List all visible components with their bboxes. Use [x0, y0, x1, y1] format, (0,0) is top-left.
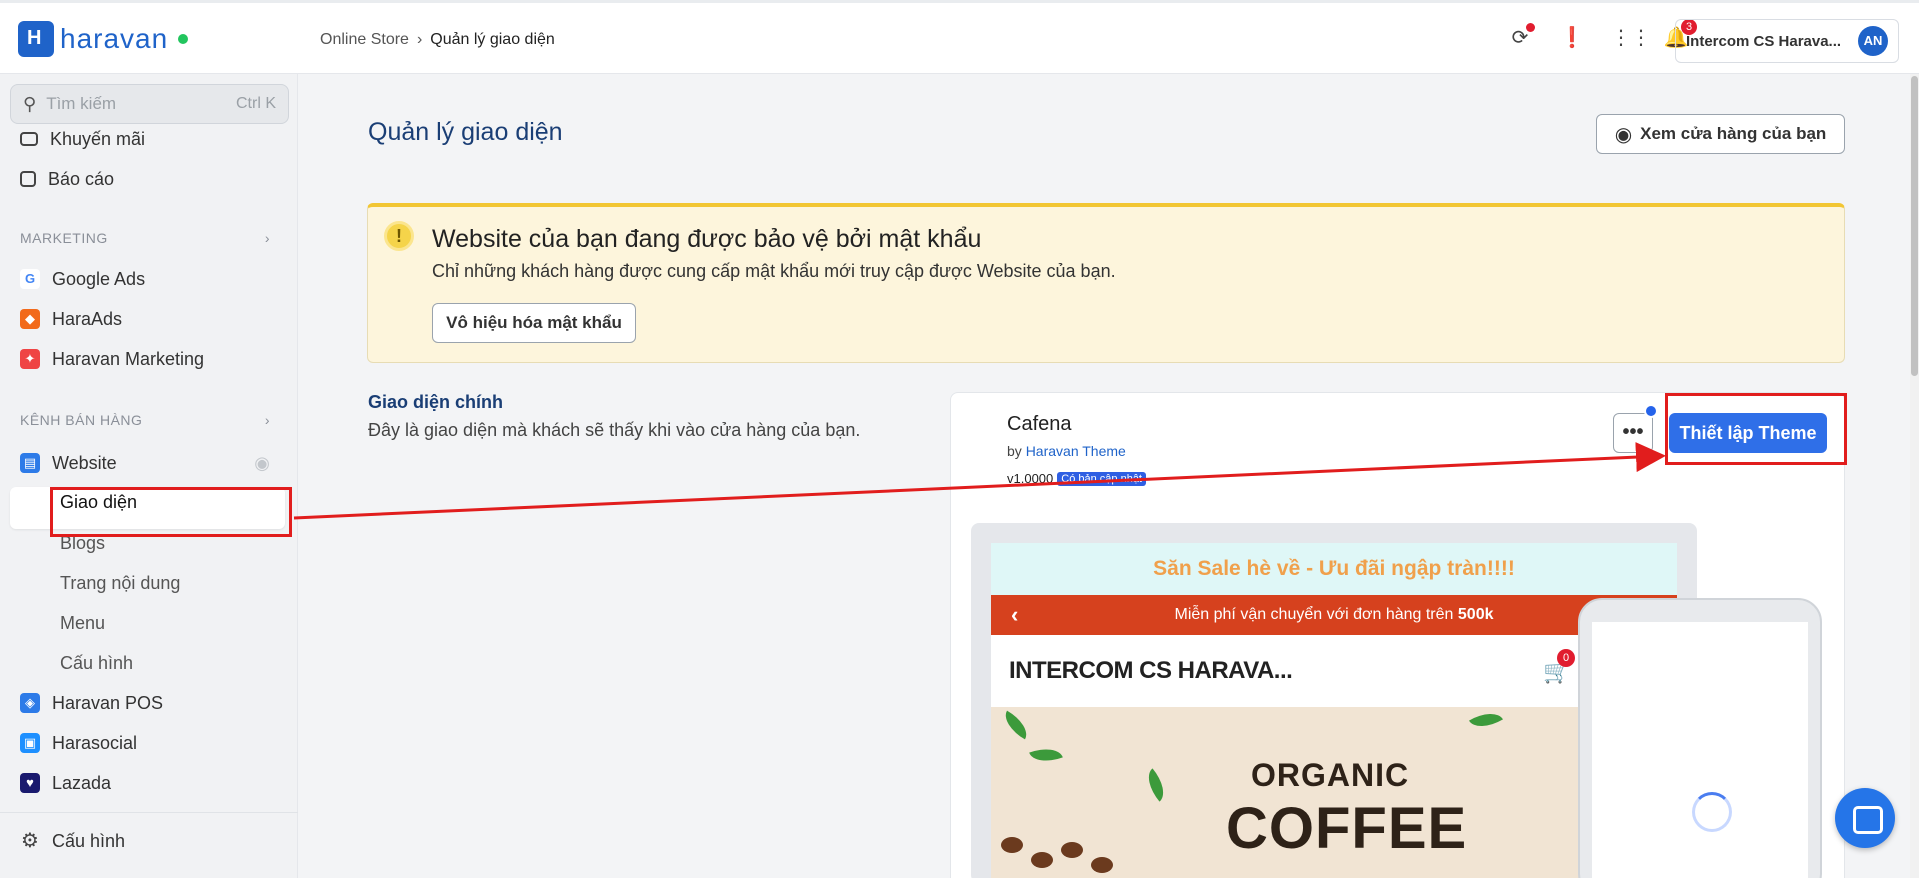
annotation-arrow	[293, 442, 1666, 520]
